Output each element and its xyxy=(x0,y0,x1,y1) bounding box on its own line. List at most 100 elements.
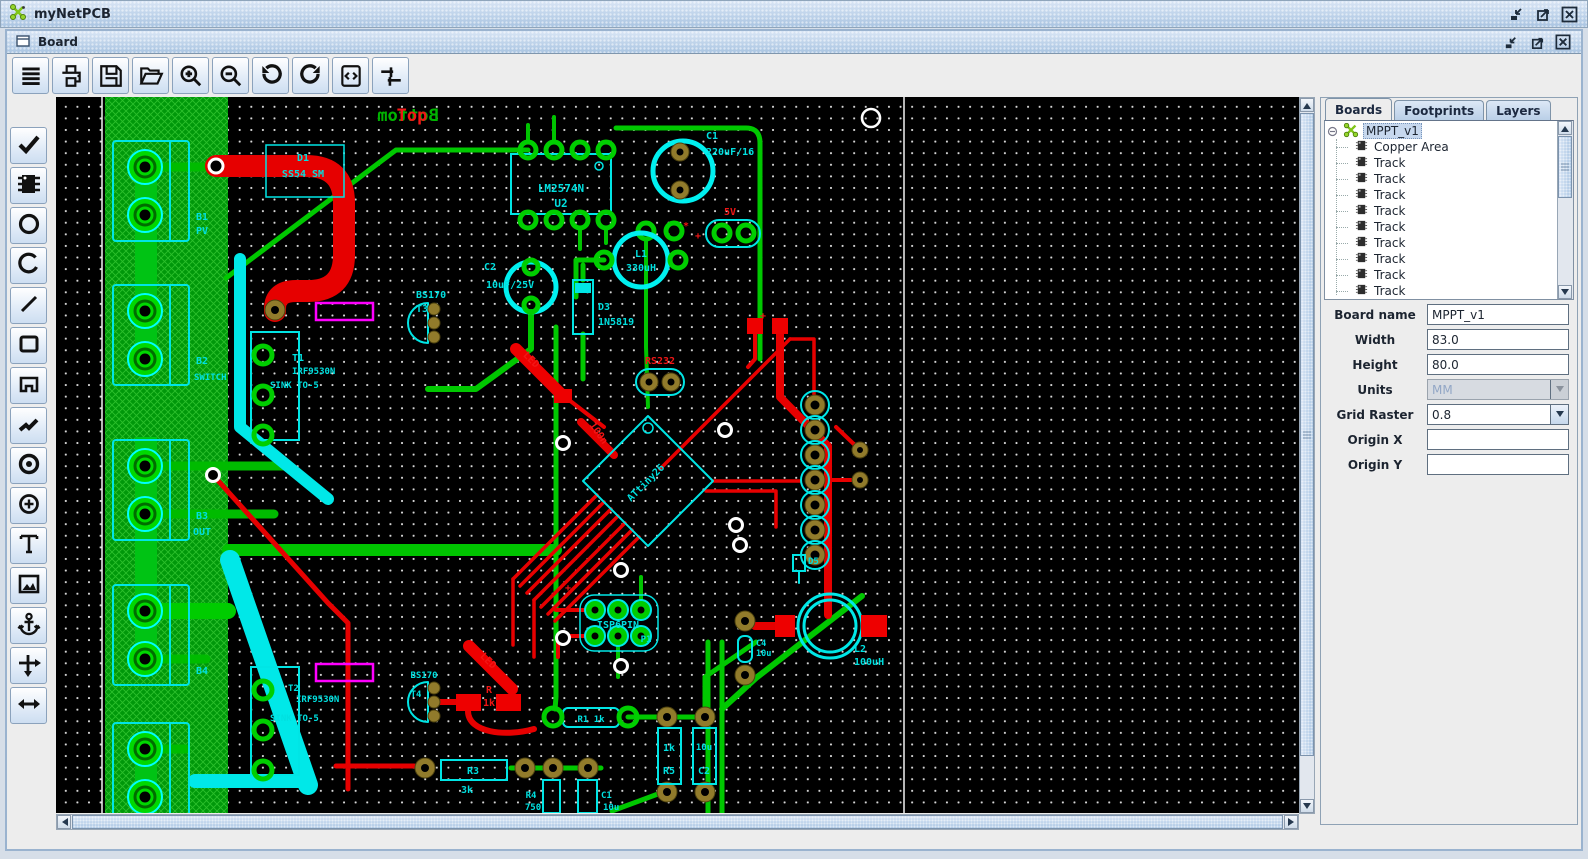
pcb-label: T4 xyxy=(411,690,422,700)
pcb-label: SINK TO-5 xyxy=(270,714,319,724)
tree-item[interactable]: Track xyxy=(1325,155,1556,171)
pcb-label: D3 xyxy=(598,302,610,313)
scroll-up-button[interactable] xyxy=(1558,121,1572,135)
scroll-left-button[interactable] xyxy=(57,815,71,829)
chip-node-icon xyxy=(1355,171,1368,187)
tree-item-label[interactable]: Track xyxy=(1372,252,1407,266)
width-field[interactable]: 83.0 xyxy=(1427,329,1569,350)
pcb-label: C2 xyxy=(698,766,710,777)
canvas-vscrollbar[interactable] xyxy=(1299,97,1315,814)
tree-item-label[interactable]: Track xyxy=(1372,268,1407,282)
tool-measure[interactable] xyxy=(10,687,47,724)
origin-x-field[interactable] xyxy=(1427,429,1569,450)
canvas-hscrollbar[interactable] xyxy=(56,814,1299,830)
tree-item[interactable]: Track xyxy=(1325,187,1556,203)
tree-root-row[interactable]: MPPT_v1 xyxy=(1325,123,1556,139)
tool-arc[interactable] xyxy=(10,247,47,284)
tree-item[interactable]: Track xyxy=(1325,251,1556,267)
vscroll-thumb[interactable] xyxy=(1300,113,1314,756)
tool-select[interactable] xyxy=(10,127,47,164)
tab-boards[interactable]: Boards xyxy=(1325,98,1393,120)
zoom-out-button[interactable] xyxy=(212,57,249,94)
tab-footprints[interactable]: Footprints xyxy=(1394,100,1485,120)
tree-item-label[interactable]: Track xyxy=(1372,172,1407,186)
grid-raster-combobox[interactable]: 0.8 xyxy=(1427,404,1569,425)
tree-item-label[interactable]: Track xyxy=(1372,156,1407,170)
board-frame-titlebar[interactable]: Board xyxy=(7,31,1581,54)
save-button[interactable] xyxy=(92,57,129,94)
field-label: Height xyxy=(1352,357,1398,372)
tree-item[interactable]: Track xyxy=(1325,219,1556,235)
tool-text[interactable] xyxy=(10,527,47,564)
undo-button[interactable] xyxy=(252,57,289,94)
tree-item[interactable]: Track xyxy=(1325,267,1556,283)
origin-button[interactable] xyxy=(372,57,409,94)
tool-track[interactable] xyxy=(10,407,47,444)
tree-item[interactable]: Copper Area xyxy=(1325,139,1556,155)
tree-expand-handle[interactable] xyxy=(1325,126,1339,137)
app-maximize-button[interactable] xyxy=(1533,4,1553,24)
tree-item-label[interactable]: Track xyxy=(1372,236,1407,250)
tool-line[interactable] xyxy=(10,287,47,324)
pcb-label: OUT xyxy=(193,527,211,538)
scroll-up-button[interactable] xyxy=(1300,98,1314,112)
frame-iconify-button[interactable] xyxy=(1501,32,1521,52)
tree-root-label[interactable]: MPPT_v1 xyxy=(1363,123,1422,139)
tool-via[interactable] xyxy=(10,447,47,484)
tree-item-label[interactable]: Track xyxy=(1372,220,1407,234)
pcb-canvas[interactable]: Bottom Top D1 SS54 SM LM2574N U2 C1 220u… xyxy=(56,97,1299,813)
pcb-label: IRF9530N xyxy=(292,367,335,377)
origin-y-field[interactable] xyxy=(1427,454,1569,475)
pcb-label: C1 xyxy=(706,131,718,142)
tree-item[interactable]: Track xyxy=(1325,235,1556,251)
chip-node-icon xyxy=(1355,267,1368,283)
source-code-button[interactable] xyxy=(332,57,369,94)
app-close-button[interactable] xyxy=(1559,4,1579,24)
image-icon xyxy=(16,571,42,600)
hscroll-thumb[interactable] xyxy=(72,815,1283,829)
tree-item[interactable]: Track xyxy=(1325,171,1556,187)
tool-copper-area[interactable] xyxy=(10,367,47,404)
app-iconify-button[interactable] xyxy=(1507,4,1527,24)
chip-node-icon xyxy=(1355,155,1368,171)
tree-item-label[interactable]: Track xyxy=(1372,284,1407,298)
arrow-down-icon xyxy=(1303,802,1311,813)
pcb-label: 1k xyxy=(483,698,495,709)
pcb-drawing: Bottom Top D1 SS54 SM LM2574N U2 C1 220u… xyxy=(101,97,905,813)
tool-rect[interactable] xyxy=(10,327,47,364)
tool-circle[interactable] xyxy=(10,207,47,244)
side-panel-tabs: Boards Footprints Layers xyxy=(1323,98,1575,120)
undo-icon xyxy=(258,63,284,89)
redo-button[interactable] xyxy=(292,57,329,94)
zoom-in-button[interactable] xyxy=(172,57,209,94)
tree-item-label[interactable]: Track xyxy=(1372,188,1407,202)
scroll-right-button[interactable] xyxy=(1284,815,1298,829)
open-button[interactable] xyxy=(132,57,169,94)
print-button[interactable] xyxy=(52,57,89,94)
scroll-down-button[interactable] xyxy=(1300,799,1314,813)
tool-move[interactable] xyxy=(10,647,47,684)
tree-scroll-thumb[interactable] xyxy=(1558,136,1572,198)
tree-item[interactable]: Track xyxy=(1325,203,1556,219)
tree-item-label[interactable]: Copper Area xyxy=(1372,140,1451,154)
tree-item-label[interactable]: Track xyxy=(1372,204,1407,218)
combo-arrow-button[interactable] xyxy=(1550,405,1568,424)
measure-icon xyxy=(16,691,42,720)
tab-layers[interactable]: Layers xyxy=(1486,100,1551,120)
tool-image[interactable] xyxy=(10,567,47,604)
scroll-down-button[interactable] xyxy=(1558,285,1572,299)
thumb-grip xyxy=(1303,431,1311,438)
board-name-field[interactable]: MPPT_v1 xyxy=(1427,304,1569,325)
tool-footprint[interactable] xyxy=(10,167,47,204)
tree-item[interactable]: Track xyxy=(1325,283,1556,299)
height-field[interactable]: 80.0 xyxy=(1427,354,1569,375)
menu-button[interactable] xyxy=(12,57,49,94)
chip-node-icon xyxy=(1355,219,1368,235)
frame-close-button[interactable] xyxy=(1553,32,1573,52)
arrow-up-icon xyxy=(1303,99,1311,109)
app-titlebar[interactable]: myNetPCB xyxy=(0,0,1588,28)
tool-drill-hole[interactable] xyxy=(10,487,47,524)
tool-anchor[interactable] xyxy=(10,607,47,644)
tree-vscrollbar[interactable] xyxy=(1557,121,1573,299)
frame-maximize-button[interactable] xyxy=(1527,32,1547,52)
